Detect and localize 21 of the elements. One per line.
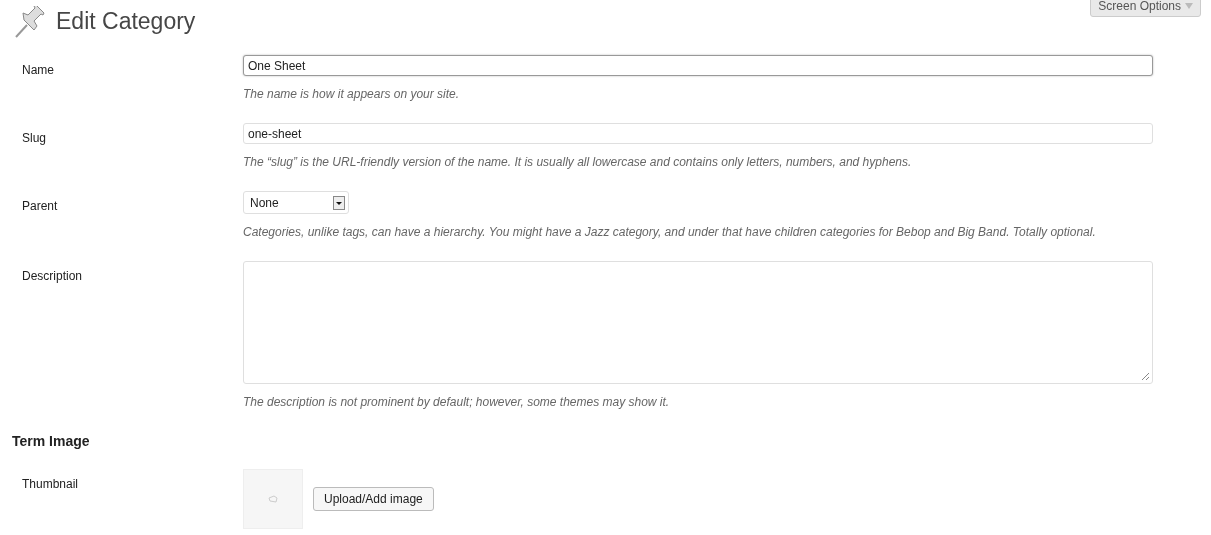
screen-options-button[interactable]: Screen Options bbox=[1090, 0, 1201, 17]
field-hint: The “slug” is the URL-friendly version of the name. It is usually all lowercase and contains only letters, numbers, and hyphens. bbox=[243, 154, 913, 171]
field-hint: The description is not prominent by default; however, some themes may show it. bbox=[243, 394, 671, 411]
field-label: Name bbox=[22, 63, 54, 77]
field-label: Slug bbox=[22, 131, 47, 145]
text-field[interactable]: one-sheet bbox=[243, 123, 1153, 144]
description-field[interactable] bbox=[243, 261, 1153, 384]
page-title: Edit Category bbox=[56, 7, 196, 37]
field-label: Parent bbox=[22, 199, 58, 213]
image-icon bbox=[268, 495, 278, 503]
upload-image-button[interactable]: Upload/Add image bbox=[313, 487, 434, 511]
caret-icon bbox=[333, 195, 345, 210]
resize-handle-icon bbox=[1140, 371, 1150, 381]
field-hint: Categories, unlike tags, can have a hierarchy. You might have a Jazz category, and under that have children categories for Bebop and Big Band. Totally optional. bbox=[243, 224, 1096, 241]
parent-dropdown[interactable]: None bbox=[243, 191, 349, 214]
text-field[interactable]: One Sheet bbox=[243, 55, 1153, 76]
field-label: Description bbox=[22, 269, 83, 283]
field-label: Thumbnail bbox=[22, 477, 79, 491]
caret-icon bbox=[1185, 2, 1193, 9]
field-hint: The name is how it appears on your site. bbox=[243, 86, 461, 103]
section-heading: Term Image bbox=[12, 433, 90, 449]
